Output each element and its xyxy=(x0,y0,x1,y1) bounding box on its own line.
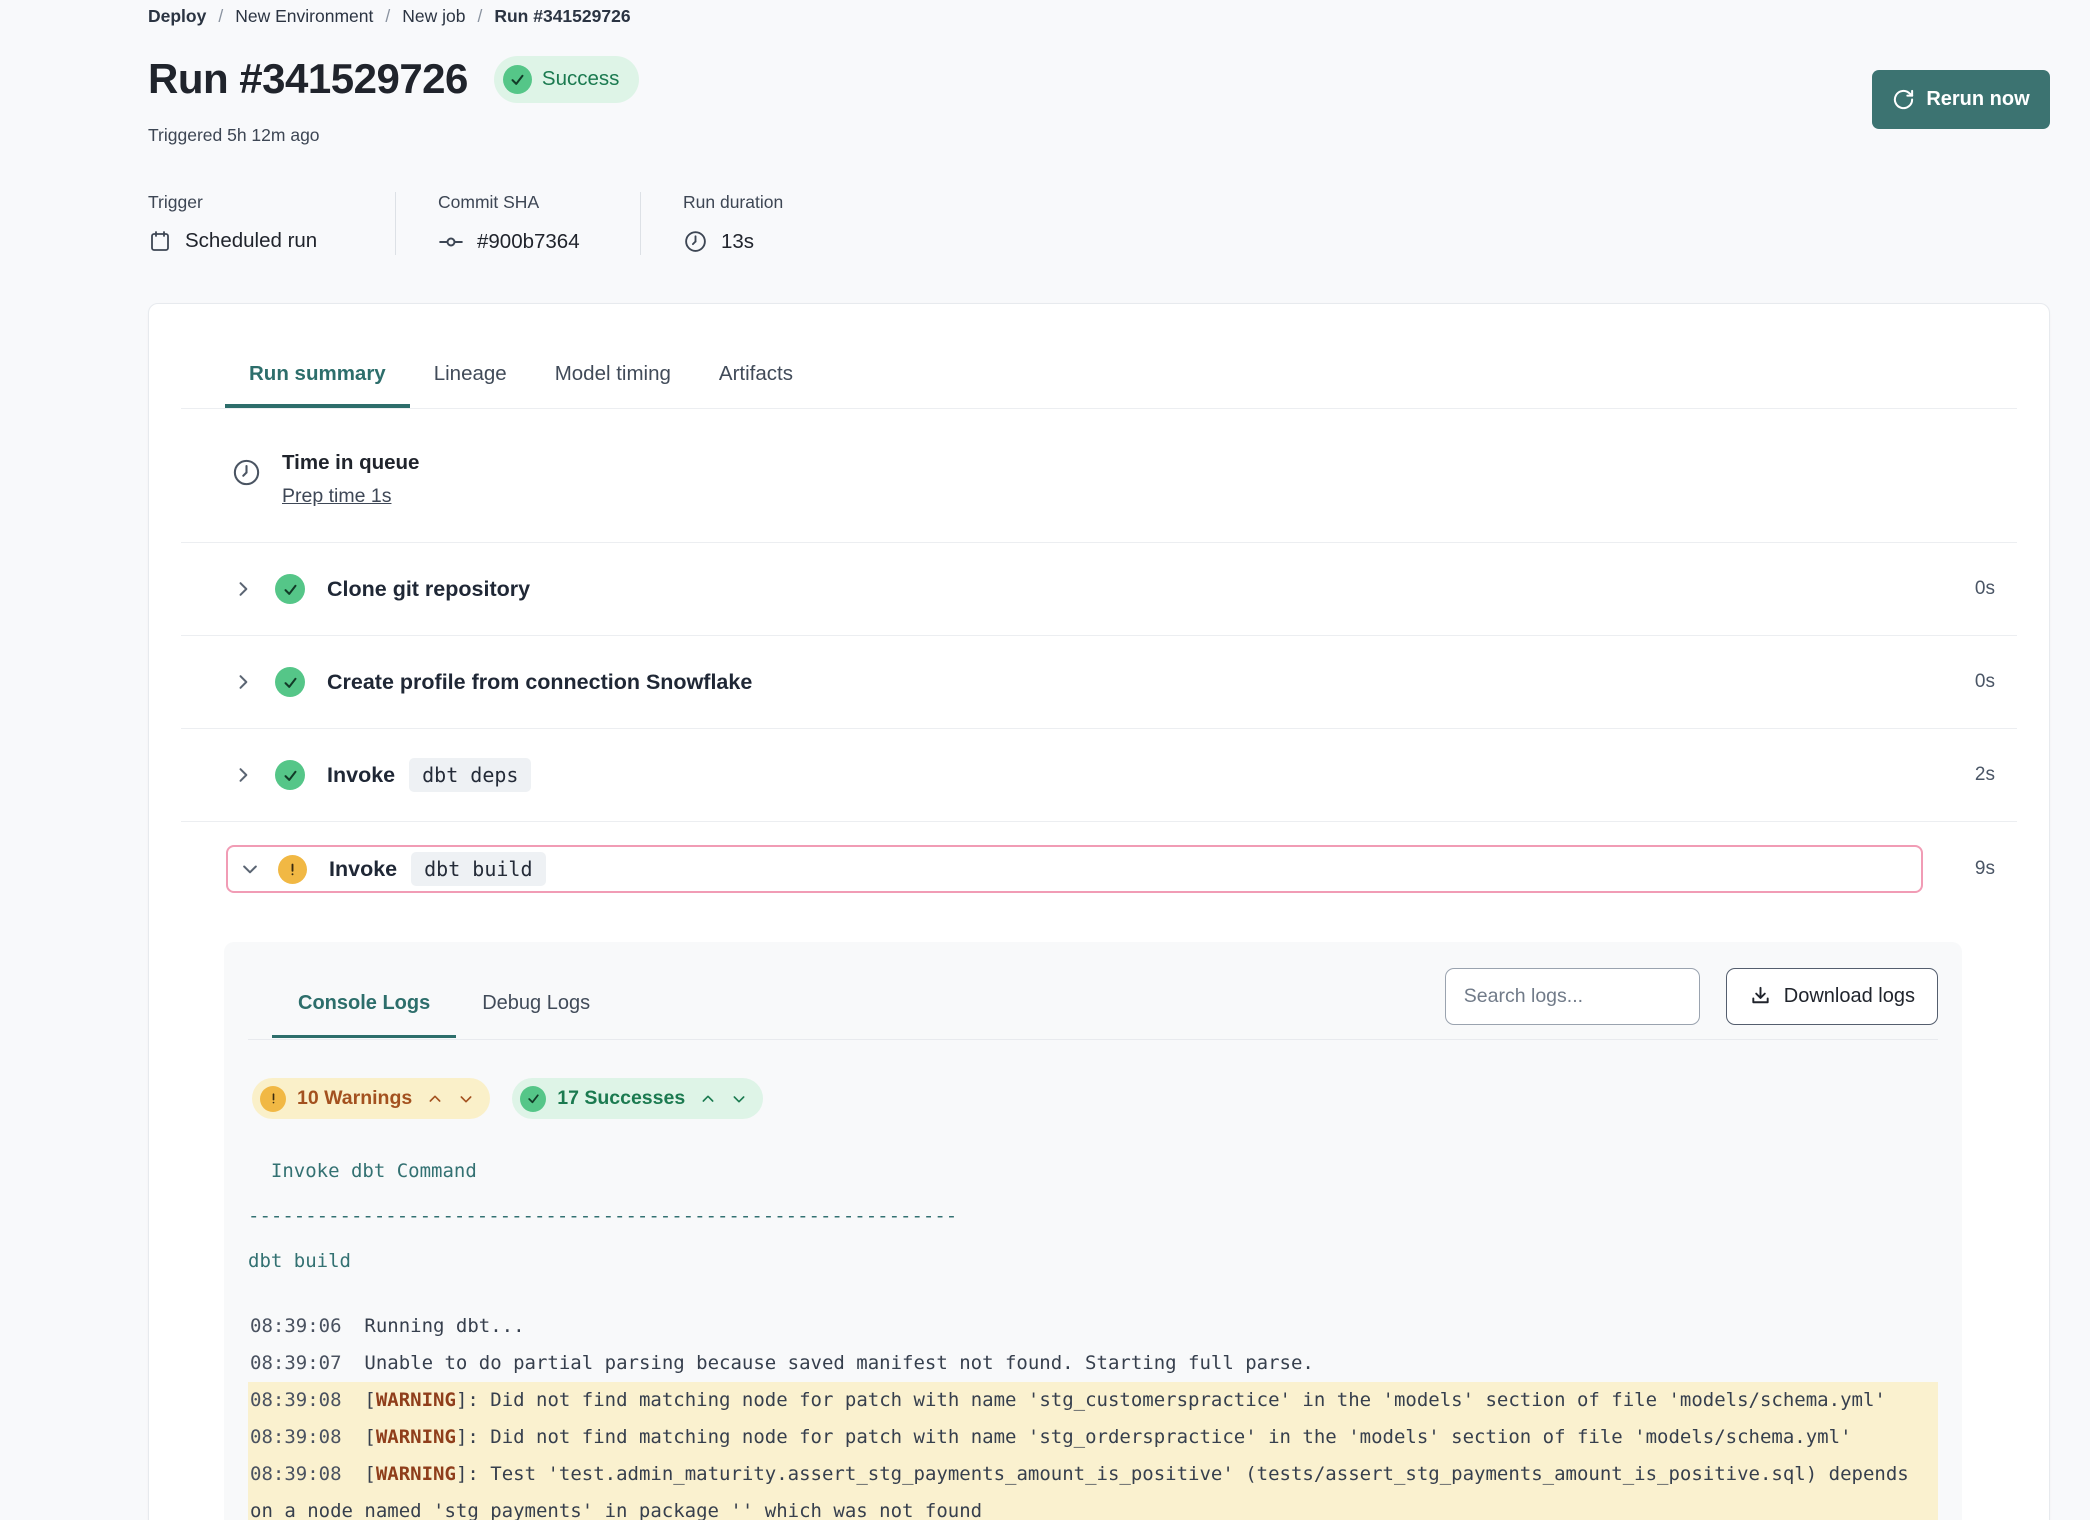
step-clone-git-repository[interactable]: Clone git repository 0s xyxy=(181,543,2017,636)
meta-trigger: Trigger Scheduled run xyxy=(148,192,353,255)
step-duration: 0s xyxy=(1975,671,1995,693)
chevron-down-icon[interactable] xyxy=(731,1091,747,1107)
step-name: Clone git repository xyxy=(327,577,530,602)
download-icon xyxy=(1749,985,1772,1008)
chevron-right-icon[interactable] xyxy=(233,579,253,599)
rerun-now-label: Rerun now xyxy=(1926,88,2029,111)
divider xyxy=(395,192,396,255)
clock-icon xyxy=(231,457,262,488)
warning-circle-icon xyxy=(278,855,307,884)
run-detail-page: Deploy / New Environment / New job / Run… xyxy=(0,0,2090,1520)
log-panel-header: Console Logs Debug Logs Download logs xyxy=(248,942,1938,1040)
check-circle-icon xyxy=(275,574,305,604)
step-name: Create profile from connection Snowflake xyxy=(327,670,752,695)
breadcrumb: Deploy / New Environment / New job / Run… xyxy=(148,4,2050,27)
log-line-warning: 08:39:08 [WARNING]: Did not find matchin… xyxy=(248,1419,1938,1456)
log-divider: ----------------------------------------… xyxy=(248,1205,957,1227)
refresh-icon xyxy=(1892,88,1915,111)
successes-badge-label: 17 Successes xyxy=(557,1087,685,1110)
successes-badge[interactable]: 17 Successes xyxy=(512,1078,763,1119)
step-duration: 0s xyxy=(1975,578,1995,600)
triggered-timestamp: Triggered 5h 12m ago xyxy=(148,125,2050,146)
warnings-badge-label: 10 Warnings xyxy=(297,1087,412,1110)
page-title: Run #341529726 xyxy=(148,55,468,103)
check-circle-icon xyxy=(503,65,532,94)
calendar-icon xyxy=(148,229,172,253)
breadcrumb-new-job[interactable]: New job xyxy=(402,6,465,27)
check-circle-icon xyxy=(275,667,305,697)
command-chip: dbt deps xyxy=(409,758,531,792)
meta-commit-value: #900b7364 xyxy=(477,230,580,254)
console-log-panel: Console Logs Debug Logs Download logs 10 xyxy=(224,942,1962,1520)
chevron-down-icon[interactable] xyxy=(458,1091,474,1107)
console-log-output: Invoke dbt Command----------------------… xyxy=(248,1149,1938,1520)
meta-duration-value: 13s xyxy=(721,230,754,254)
step-create-profile[interactable]: Create profile from connection Snowflake… xyxy=(181,636,2017,729)
warnings-badge[interactable]: 10 Warnings xyxy=(252,1078,490,1119)
breadcrumb-deploy[interactable]: Deploy xyxy=(148,6,206,27)
breadcrumb-separator: / xyxy=(385,6,390,27)
run-tabs: Run summary Lineage Model timing Artifac… xyxy=(181,304,2017,409)
log-command: dbt build xyxy=(248,1250,351,1272)
meta-commit: Commit SHA #900b7364 xyxy=(438,192,598,255)
divider xyxy=(640,192,641,255)
log-line: 08:39:07 Unable to do partial parsing be… xyxy=(248,1345,1938,1382)
log-line-warning: 08:39:08 [WARNING]: Did not find matchin… xyxy=(248,1382,1938,1419)
tab-console-logs[interactable]: Console Logs xyxy=(272,970,456,1038)
step-invoke-dbt-build[interactable]: Invoke dbt build 9s xyxy=(181,832,2017,906)
log-filter-badges: 10 Warnings 17 Successes xyxy=(248,1040,1938,1119)
breadcrumb-current-run: Run #341529726 xyxy=(494,6,630,27)
step-duration: 9s xyxy=(1923,858,1995,880)
log-tabs: Console Logs Debug Logs xyxy=(248,970,616,1037)
step-invoke-dbt-deps[interactable]: Invoke dbt deps 2s xyxy=(181,729,2017,822)
step-name: Invoke xyxy=(327,763,395,788)
search-logs-input[interactable] xyxy=(1445,968,1700,1025)
check-circle-icon xyxy=(275,760,305,790)
meta-commit-label: Commit SHA xyxy=(438,192,598,213)
git-commit-icon xyxy=(438,229,464,255)
prep-time-link[interactable]: Prep time 1s xyxy=(282,485,391,508)
tab-model-timing[interactable]: Model timing xyxy=(531,350,695,408)
meta-trigger-label: Trigger xyxy=(148,192,353,213)
command-chip: dbt build xyxy=(411,852,545,886)
status-badge: Success xyxy=(494,56,639,103)
download-logs-label: Download logs xyxy=(1784,985,1915,1008)
step-name: Invoke xyxy=(329,857,397,882)
breadcrumb-separator: / xyxy=(218,6,223,27)
run-meta: Trigger Scheduled run Commit SHA #900b73… xyxy=(148,192,2050,255)
chevron-down-icon[interactable] xyxy=(240,859,260,879)
rerun-now-button[interactable]: Rerun now xyxy=(1872,70,2050,129)
clock-icon xyxy=(683,229,708,254)
breadcrumb-new-environment[interactable]: New Environment xyxy=(235,6,373,27)
chevron-right-icon[interactable] xyxy=(233,672,253,692)
log-command-header: Invoke dbt Command----------------------… xyxy=(248,1149,1938,1284)
chevron-up-icon[interactable] xyxy=(700,1091,716,1107)
tab-lineage[interactable]: Lineage xyxy=(410,350,531,408)
step-duration: 2s xyxy=(1975,764,1995,786)
tab-debug-logs[interactable]: Debug Logs xyxy=(456,970,616,1038)
meta-duration-label: Run duration xyxy=(683,192,783,213)
log-line: 08:39:06 Running dbt... xyxy=(248,1308,1938,1345)
tab-run-summary[interactable]: Run summary xyxy=(225,350,410,408)
title-row: Run #341529726 Success xyxy=(148,55,2050,103)
chevron-up-icon[interactable] xyxy=(427,1091,443,1107)
chevron-right-icon[interactable] xyxy=(233,765,253,785)
breadcrumb-separator: / xyxy=(477,6,482,27)
log-line-warning: 08:39:08 [WARNING]: Test 'test.admin_mat… xyxy=(248,1456,1938,1520)
meta-trigger-value: Scheduled run xyxy=(185,229,317,253)
status-badge-label: Success xyxy=(542,67,619,91)
download-logs-button[interactable]: Download logs xyxy=(1726,968,1938,1025)
run-summary-card: Run summary Lineage Model timing Artifac… xyxy=(148,303,2050,1520)
time-in-queue-title: Time in queue xyxy=(282,451,419,475)
warning-circle-icon xyxy=(260,1086,286,1112)
step-invoke-dbt-build-box[interactable]: Invoke dbt build xyxy=(226,845,1923,893)
check-circle-icon xyxy=(520,1086,546,1112)
tab-artifacts[interactable]: Artifacts xyxy=(695,350,817,408)
time-in-queue-section: Time in queue Prep time 1s xyxy=(181,409,2017,543)
meta-duration: Run duration 13s xyxy=(683,192,783,255)
